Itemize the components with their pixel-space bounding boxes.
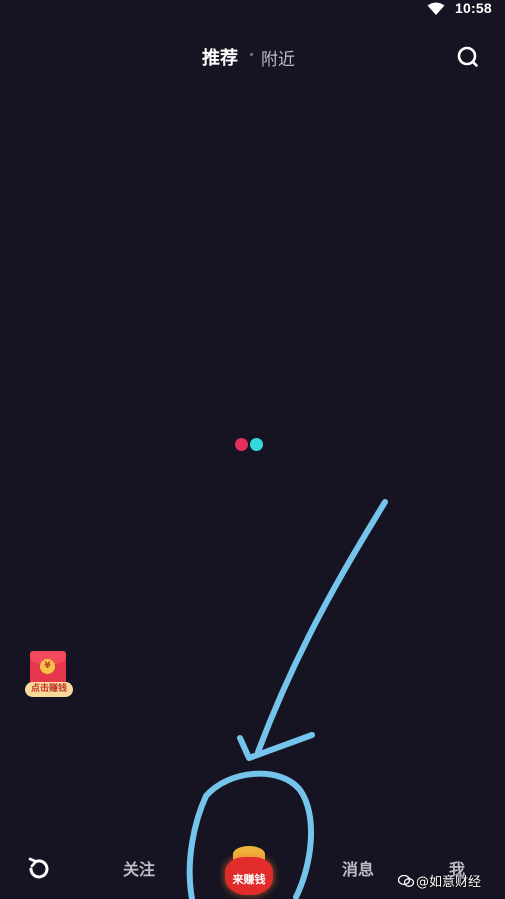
watermark: @如意财经 (397, 871, 482, 890)
loading-indicator (235, 438, 265, 452)
red-packet-label: 点击赚钱 (25, 682, 73, 697)
status-time: 10:58 (455, 0, 492, 16)
status-bar: 10:58 (0, 0, 505, 20)
top-tabs: 推荐 附近 (0, 44, 505, 70)
nav-refresh-button[interactable] (22, 852, 56, 896)
loading-dot-cyan (250, 438, 263, 451)
annotation-arrow-shaft (255, 499, 388, 755)
watermark-text: @如意财经 (416, 875, 482, 890)
annotation-arrow-head (237, 732, 315, 761)
nav-follow[interactable]: 关注 (123, 856, 155, 880)
coin-icon: ¥ (40, 659, 55, 674)
red-packet-button[interactable]: ¥ 点击赚钱 (25, 651, 73, 699)
loading-dot-red (235, 438, 248, 451)
nav-earn-label: 来赚钱 (232, 873, 266, 886)
tab-divider (250, 53, 253, 56)
nav-messages[interactable]: 消息 (342, 856, 374, 880)
nav-earn-button[interactable]: 来赚钱 (222, 843, 278, 899)
search-icon[interactable] (456, 45, 480, 69)
wifi-icon (427, 1, 445, 15)
tab-recommend[interactable]: 推荐 (202, 44, 238, 70)
app-screen: 10:58 推荐 附近 ¥ 点击赚钱 关注 来赚钱 消息 我 @如意财经 (0, 0, 505, 899)
tab-nearby[interactable]: 附近 (261, 45, 295, 70)
refresh-icon (22, 857, 56, 890)
watermark-logo-icon (397, 874, 415, 887)
